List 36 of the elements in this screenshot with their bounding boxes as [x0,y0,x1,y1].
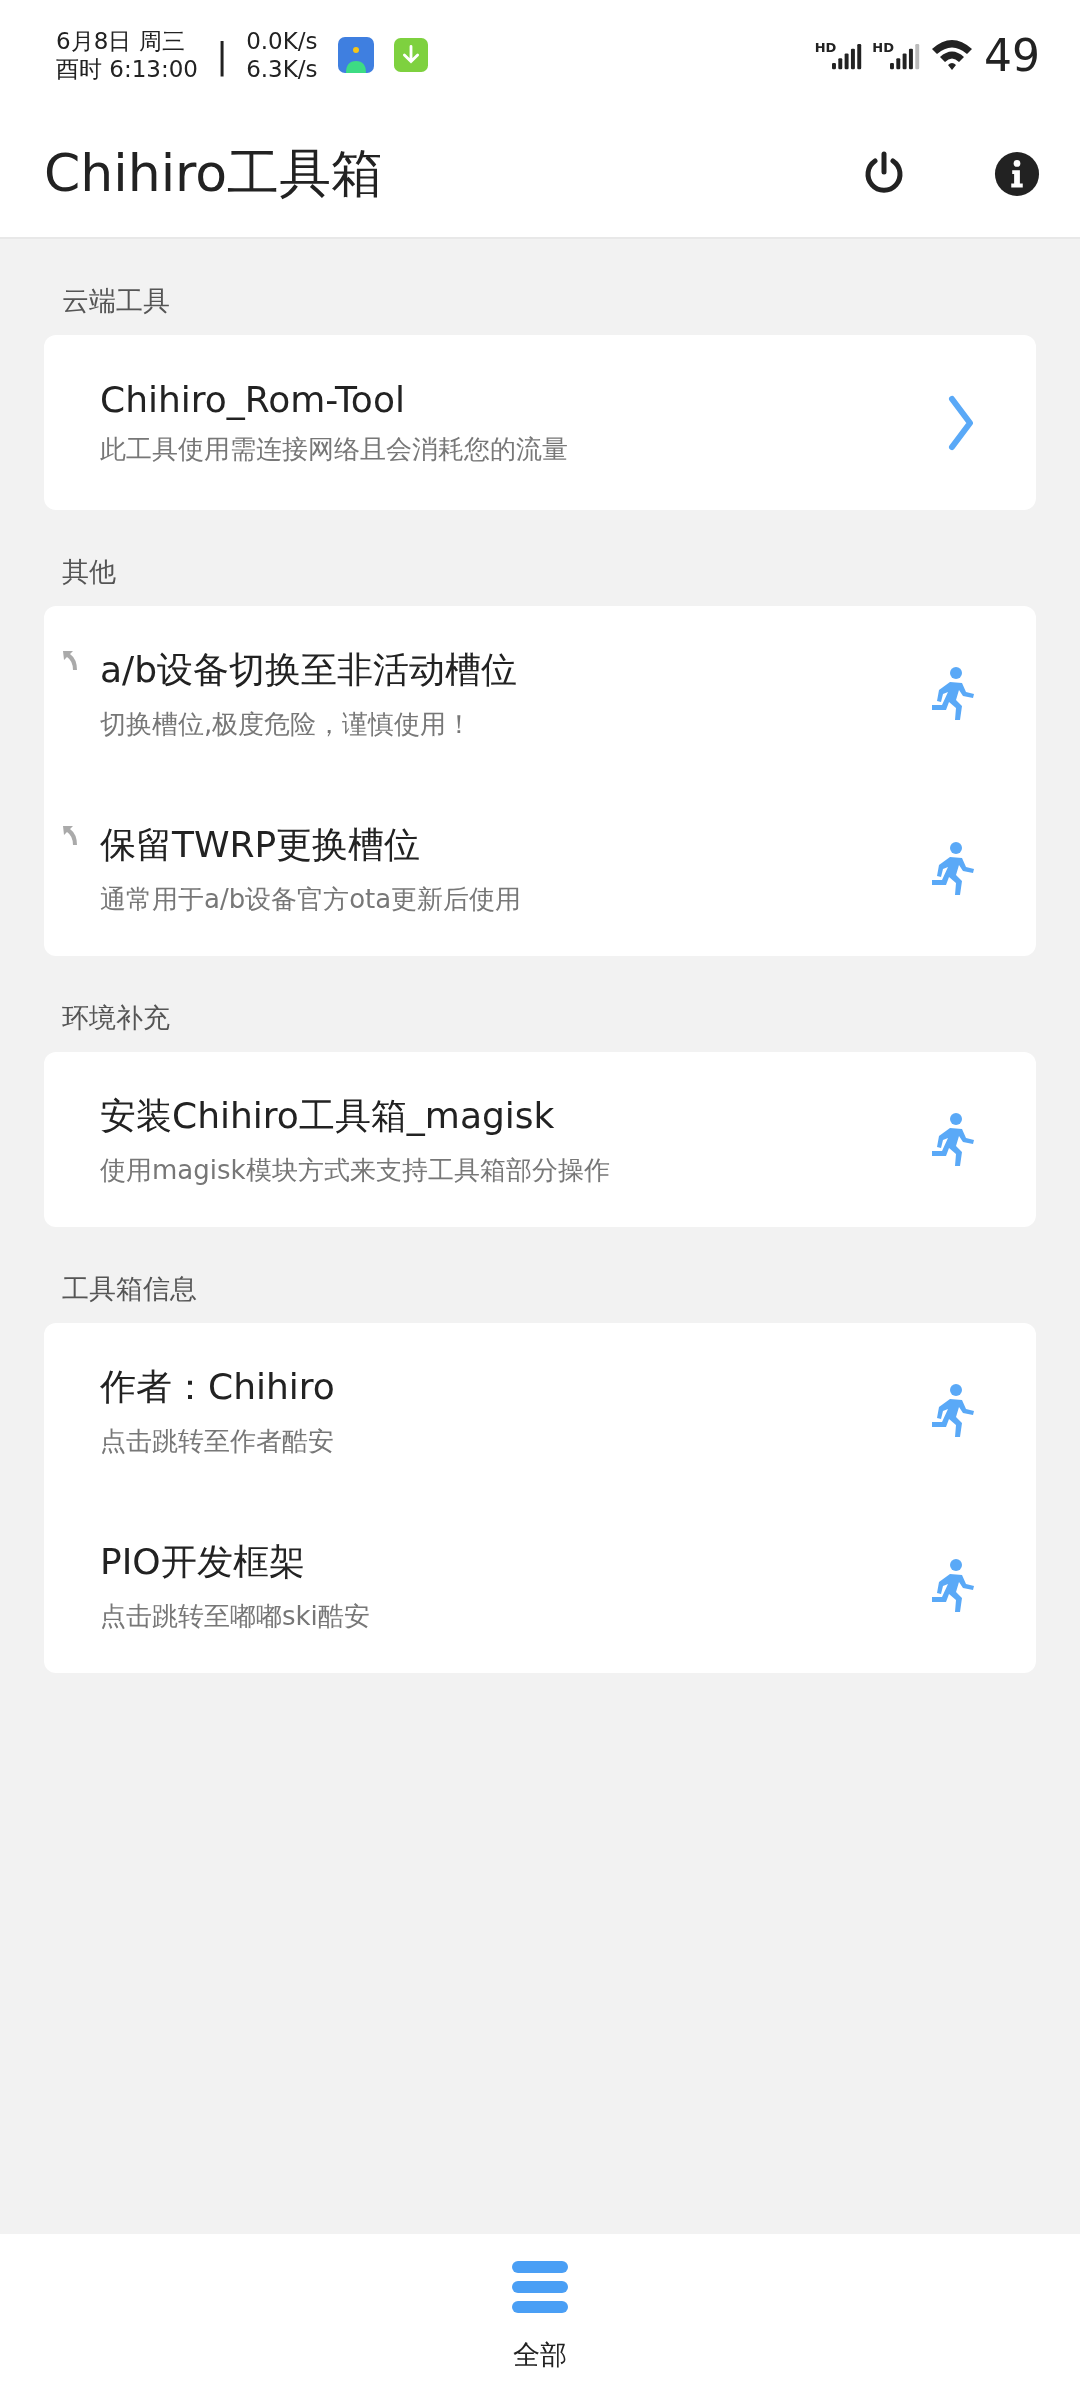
item-title: Chihiro_Rom-Tool [100,378,406,420]
item-title: 保留TWRP更换槽位 [100,822,422,867]
app-title: Chihiro工具箱 [44,141,384,205]
list-item[interactable]: Chihiro_Rom-Tool 此工具使用需连接网络且会消耗您的流量 [44,335,1036,510]
section-header: 环境补充 [61,1001,171,1035]
download-speed: 6.3K/s [246,55,318,83]
network-type-text: HD [814,40,837,55]
clock-text: 酉时 6:13:00 [56,55,198,83]
info-icon [994,150,1040,197]
section-header: 工具箱信息 [61,1272,198,1306]
section-header: 其他 [61,555,117,589]
upload-speed: 0.0K/s [246,27,318,55]
nav-tab[interactable]: 全部 [512,2261,568,2373]
chevron-right-icon [946,394,976,451]
list-item[interactable]: 作者：Chihiro 点击跳转至作者酷安 [44,1323,1036,1498]
list-item[interactable]: 保留TWRP更换槽位 通常用于a/b设备官方ota更新后使用 [44,781,1036,956]
list-item[interactable]: 安装Chihiro工具箱_magisk 使用magisk模块方式来支持工具箱部分操作 [44,1052,1036,1227]
item-title: a/b设备切换至非活动槽位 [100,647,519,692]
item-subtitle: 通常用于a/b设备官方ota更新后使用 [100,882,523,916]
section-header: 云端工具 [61,284,171,318]
battery-level: 49 [984,29,1040,81]
item-title: 安装Chihiro工具箱_magisk [100,1093,556,1138]
app-icon [337,37,374,73]
separator-text: | [216,34,229,76]
network-type-text: HD [872,40,894,55]
item-title: 作者：Chihiro [100,1364,336,1409]
item-title: PIO开发框架 [100,1539,306,1584]
item-subtitle: 此工具使用需连接网络且会消耗您的流量 [100,432,569,466]
list-item[interactable]: a/b设备切换至非活动槽位 切换槽位,极度危险，谨慎使用！ [44,606,1036,781]
item-subtitle: 点击跳转至嘟嘟ski酷安 [100,1599,371,1633]
download-icon [393,38,428,72]
item-subtitle: 点击跳转至作者酷安 [100,1424,335,1458]
list-item[interactable]: PIO开发框架 点击跳转至嘟嘟ski酷安 [44,1498,1036,1673]
item-subtitle: 使用magisk模块方式来支持工具箱部分操作 [100,1153,611,1187]
date-text: 6月8日 周三 [56,27,186,55]
item-subtitle: 切换槽位,极度危险，谨慎使用！ [100,707,474,741]
